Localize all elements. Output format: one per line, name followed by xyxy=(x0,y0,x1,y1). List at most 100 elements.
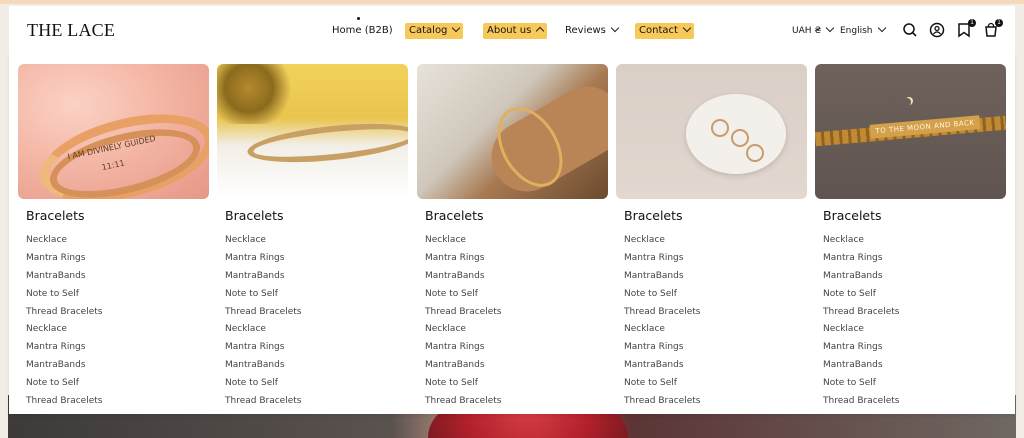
nav-contact-label: Contact xyxy=(639,25,678,36)
chevron-down-icon xyxy=(610,23,620,33)
menu-link[interactable]: Mantra Rings xyxy=(624,250,700,268)
menu-link[interactable]: Note to Self xyxy=(823,286,899,304)
account-icon xyxy=(929,22,945,38)
search-button[interactable] xyxy=(901,21,919,39)
category-list: Necklace Mantra Rings MantraBands Note t… xyxy=(26,232,102,411)
menu-column: Bracelets Necklace Mantra Rings MantraBa… xyxy=(616,64,807,406)
nav-about-label: About us xyxy=(487,25,532,36)
menu-link[interactable]: Necklace xyxy=(624,321,700,339)
menu-link[interactable]: MantraBands xyxy=(624,268,700,286)
menu-link[interactable]: Necklace xyxy=(823,321,899,339)
menu-link[interactable]: MantraBands xyxy=(26,357,102,375)
menu-link[interactable]: Necklace xyxy=(26,232,102,250)
nav-reviews-label: Reviews xyxy=(565,25,606,36)
category-list: Necklace Mantra Rings MantraBands Note t… xyxy=(823,232,899,411)
menu-link[interactable]: Thread Bracelets xyxy=(225,304,301,322)
menu-link[interactable]: Mantra Rings xyxy=(823,339,899,357)
menu-link[interactable]: Mantra Rings xyxy=(624,339,700,357)
nav-home[interactable]: Home (B2B) xyxy=(328,23,397,39)
chevron-down-icon xyxy=(826,23,835,33)
nav-about[interactable]: About us xyxy=(483,23,548,39)
currency-label: UAH ₴ xyxy=(792,26,822,36)
menu-link[interactable]: Mantra Rings xyxy=(425,339,501,357)
logo[interactable]: THE LACE xyxy=(27,20,115,41)
search-icon xyxy=(903,23,917,37)
menu-link[interactable]: Necklace xyxy=(823,232,899,250)
cart-button[interactable]: 1 xyxy=(982,19,1003,39)
menu-link[interactable]: Mantra Rings xyxy=(425,250,501,268)
menu-link[interactable]: Mantra Rings xyxy=(225,250,301,268)
chevron-down-icon xyxy=(452,23,461,33)
menu-link[interactable]: MantraBands xyxy=(624,357,700,375)
bracelet-image[interactable] xyxy=(417,64,608,199)
ring xyxy=(711,119,729,137)
band-bracelet xyxy=(245,117,408,169)
chain-bracelet-image[interactable]: TO THE MOON AND BACK xyxy=(815,64,1006,199)
menu-link[interactable]: Thread Bracelets xyxy=(425,304,501,322)
menu-link[interactable]: Mantra Rings xyxy=(823,250,899,268)
language-label: English xyxy=(840,26,873,36)
menu-link[interactable]: Note to Self xyxy=(624,375,700,393)
nav-contact[interactable]: Contact xyxy=(635,23,694,39)
cart-count-badge: 1 xyxy=(995,19,1003,27)
menu-link[interactable]: Necklace xyxy=(225,232,301,250)
menu-column: Bracelets Necklace Mantra Rings MantraBa… xyxy=(217,64,408,406)
menu-link[interactable]: Thread Bracelets xyxy=(425,393,501,411)
menu-link[interactable]: Thread Bracelets xyxy=(624,393,700,411)
menu-link[interactable]: Necklace xyxy=(26,321,102,339)
ring xyxy=(746,144,764,162)
menu-link[interactable]: MantraBands xyxy=(225,357,301,375)
currency-selector[interactable]: UAH ₴ xyxy=(792,23,835,39)
column-title[interactable]: Bracelets xyxy=(225,208,284,223)
wishlist-button[interactable]: 1 xyxy=(955,19,976,39)
menu-link[interactable]: Necklace xyxy=(425,232,501,250)
menu-link[interactable]: Thread Bracelets xyxy=(823,304,899,322)
menu-link[interactable]: Necklace xyxy=(425,321,501,339)
menu-link[interactable]: MantraBands xyxy=(26,268,102,286)
rings-image[interactable] xyxy=(616,64,807,199)
menu-link[interactable]: Mantra Rings xyxy=(225,339,301,357)
column-title[interactable]: Bracelets xyxy=(823,208,882,223)
menu-link[interactable]: Thread Bracelets xyxy=(225,393,301,411)
menu-link[interactable]: Necklace xyxy=(624,232,700,250)
menu-link[interactable]: Thread Bracelets xyxy=(26,393,102,411)
menu-link[interactable]: Note to Self xyxy=(225,375,301,393)
nav-catalog[interactable]: Catalog xyxy=(405,23,464,39)
menu-link[interactable]: Note to Self xyxy=(823,375,899,393)
language-selector[interactable]: English xyxy=(840,23,886,39)
menu-link[interactable]: Note to Self xyxy=(425,286,501,304)
site-header: THE LACE Home (B2B) Catalog About us Rev… xyxy=(9,6,1015,54)
category-list: Necklace Mantra Rings MantraBands Note t… xyxy=(425,232,501,411)
menu-link[interactable]: Note to Self xyxy=(624,286,700,304)
nav-home-label: Home (B2B) xyxy=(332,25,393,36)
menu-link[interactable]: MantraBands xyxy=(823,268,899,286)
menu-link[interactable]: Note to Self xyxy=(26,286,102,304)
bracelet-image[interactable] xyxy=(217,64,408,199)
bracelet-image[interactable] xyxy=(18,64,209,199)
menu-column: Bracelets Necklace Mantra Rings MantraBa… xyxy=(417,64,608,406)
column-title[interactable]: Bracelets xyxy=(624,208,683,223)
menu-link[interactable]: Note to Self xyxy=(425,375,501,393)
top-strip xyxy=(0,0,1024,4)
nav-reviews[interactable]: Reviews xyxy=(561,23,622,39)
menu-link[interactable]: Thread Bracelets xyxy=(823,393,899,411)
column-title[interactable]: Bracelets xyxy=(425,208,484,223)
active-indicator xyxy=(357,17,360,20)
menu-link[interactable]: Note to Self xyxy=(26,375,102,393)
menu-column: TO THE MOON AND BACK Bracelets Necklace … xyxy=(815,64,1006,406)
account-button[interactable] xyxy=(928,21,946,39)
menu-link[interactable]: MantraBands xyxy=(225,268,301,286)
menu-link[interactable]: MantraBands xyxy=(425,268,501,286)
category-list: Necklace Mantra Rings MantraBands Note t… xyxy=(225,232,301,411)
menu-link[interactable]: Mantra Rings xyxy=(26,250,102,268)
menu-link[interactable]: MantraBands xyxy=(823,357,899,375)
menu-link[interactable]: Thread Bracelets xyxy=(26,304,102,322)
menu-link[interactable]: MantraBands xyxy=(425,357,501,375)
column-title[interactable]: Bracelets xyxy=(26,208,85,223)
menu-link[interactable]: Mantra Rings xyxy=(26,339,102,357)
menu-link[interactable]: Note to Self xyxy=(225,286,301,304)
menu-link[interactable]: Thread Bracelets xyxy=(624,304,700,322)
menu-link[interactable]: Necklace xyxy=(225,321,301,339)
menu-column: Bracelets Necklace Mantra Rings MantraBa… xyxy=(18,64,209,406)
chevron-down-icon xyxy=(682,23,692,33)
